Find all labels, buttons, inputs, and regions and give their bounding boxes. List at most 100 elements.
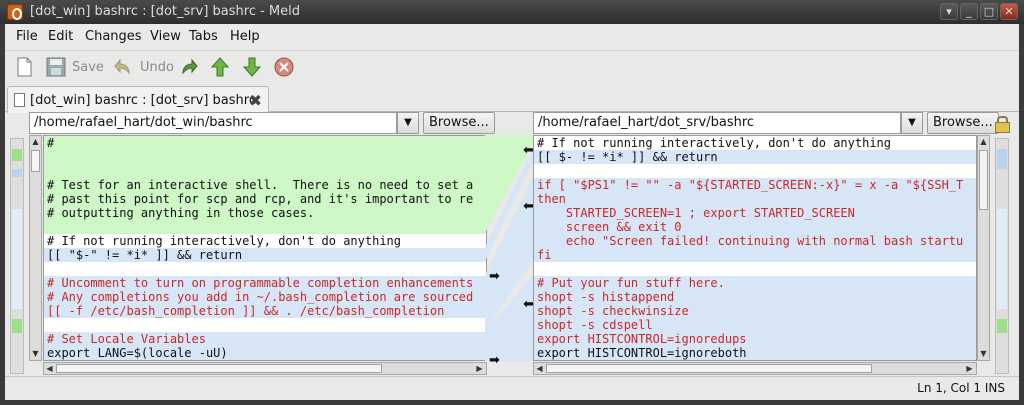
scroll-left-arrow-icon[interactable]: ◀ [44, 363, 55, 374]
cursor-position-status: Ln 1, Col 1 INS [917, 381, 1005, 395]
right-code-line[interactable]: [[ $- != *i* ]] && return [534, 150, 976, 164]
window-menu-button[interactable]: ▾ [940, 3, 958, 20]
menu-bar: File Edit Changes View Tabs Help [5, 24, 1019, 48]
window-title: [dot_win] bashrc : [dot_srv] bashrc - Me… [30, 4, 301, 19]
maximize-button[interactable]: □ [980, 3, 998, 20]
left-code-line[interactable]: # Set Locale Variables [44, 332, 486, 346]
left-code-line[interactable]: # [44, 136, 486, 150]
close-window-button[interactable]: ✕ [1000, 3, 1018, 20]
left-code-line[interactable]: # If not running interactively, don't do… [44, 234, 486, 248]
redo-arrow-icon [177, 56, 199, 78]
right-vertical-scrollbar[interactable]: ▲ ▼ [977, 135, 990, 361]
minimize-button[interactable]: _ [960, 3, 978, 20]
overview-change-marker [12, 209, 22, 309]
toolbar: Save Undo [5, 50, 1019, 82]
right-code-line[interactable]: echo "Screen failed! continuing with nor… [534, 234, 976, 248]
floppy-disk-icon [45, 56, 67, 78]
menu-help[interactable]: Help [230, 29, 260, 44]
right-code-line[interactable]: export HISTCONTROL=ignoreboth [534, 346, 976, 360]
right-code-line[interactable] [534, 164, 976, 178]
right-horizontal-scrollbar[interactable]: ◀ ▶ [533, 362, 977, 375]
left-code-line[interactable]: # Uncomment to turn on programmable comp… [44, 276, 486, 290]
overview-insert-marker [12, 149, 22, 161]
left-code-line[interactable]: [[ "$-" != *i* ]] && return [44, 248, 486, 262]
right-browse-button[interactable]: Browse... [927, 112, 999, 134]
left-code-line[interactable]: # past this point for scp and rcp, and i… [44, 192, 486, 206]
scroll-down-arrow-icon[interactable]: ▼ [31, 348, 40, 359]
scroll-up-arrow-icon[interactable]: ▲ [979, 136, 988, 147]
right-code-line[interactable]: shopt -s histappend [534, 290, 976, 304]
scroll-thumb[interactable] [979, 150, 988, 210]
left-code-line[interactable]: # outputting anything in those cases. [44, 206, 486, 220]
left-file-path-field[interactable]: /home/rafael_hart/dot_win/bashrc [29, 112, 397, 134]
tab-bar: [dot_win] bashrc : [dot_srv] bashrc ✖ [5, 84, 1019, 113]
right-file-path-field[interactable]: /home/rafael_hart/dot_srv/bashrc [533, 112, 901, 134]
left-code-line[interactable]: # Any completions you add in ~/.bash_com… [44, 290, 486, 304]
left-code-line[interactable] [44, 318, 486, 332]
left-horizontal-scrollbar[interactable]: ◀ ▶ [43, 362, 487, 375]
link-map: ⬅ ⬅ ➡ ⬅ ➡ [485, 135, 534, 368]
meld-app-icon [7, 4, 23, 20]
title-bar: [dot_win] bashrc : [dot_srv] bashrc - Me… [0, 0, 1024, 24]
previous-change-button[interactable] [209, 54, 231, 80]
left-code-line[interactable]: export LANG=$(locale -uU) [44, 346, 486, 360]
right-code-line[interactable]: fi [534, 248, 976, 262]
left-browse-button[interactable]: Browse... [423, 112, 495, 134]
scroll-thumb[interactable] [31, 150, 40, 172]
undo-arrow-icon [113, 56, 135, 78]
up-arrow-icon [209, 56, 231, 78]
undo-button[interactable]: Undo [113, 54, 174, 80]
lock-icon[interactable] [995, 116, 1010, 133]
right-path-dropdown-button[interactable]: ▼ [901, 112, 923, 134]
scroll-right-arrow-icon[interactable]: ▶ [964, 363, 975, 374]
right-code-line[interactable]: STARTED_SCREEN=1 ; export STARTED_SCREEN [534, 206, 976, 220]
copy-right-arrow-icon[interactable]: ➡ [489, 353, 500, 368]
menu-changes[interactable]: Changes [85, 29, 142, 44]
scroll-right-arrow-icon[interactable]: ▶ [474, 363, 485, 374]
left-code-line[interactable]: # Test for an interactive shell. There i… [44, 178, 486, 192]
redo-button[interactable] [177, 54, 199, 80]
next-change-button[interactable] [241, 54, 263, 80]
stop-icon [273, 56, 295, 78]
menu-tabs[interactable]: Tabs [189, 29, 218, 44]
right-code-line[interactable]: if [ "$PS1" != "" -a "${STARTED_SCREEN:-… [534, 178, 976, 192]
right-code-line[interactable]: screen && exit 0 [534, 220, 976, 234]
left-text-pane[interactable]: # # Test for an interactive shell. There … [43, 135, 487, 361]
left-code-line[interactable]: [[ -f /etc/bash_completion ]] && . /etc/… [44, 304, 486, 318]
scroll-up-arrow-icon[interactable]: ▲ [31, 136, 40, 147]
overview-insert-marker [997, 319, 1007, 333]
left-code-line[interactable] [44, 164, 486, 178]
scroll-thumb[interactable] [546, 364, 872, 373]
menu-edit[interactable]: Edit [48, 29, 73, 44]
left-code-line[interactable] [44, 150, 486, 164]
menu-file[interactable]: File [16, 29, 38, 44]
scroll-thumb[interactable] [56, 364, 382, 373]
main-window: File Edit Changes View Tabs Help Save Un… [5, 24, 1019, 400]
scroll-down-arrow-icon[interactable]: ▼ [979, 348, 988, 359]
right-code-line[interactable]: export HISTCONTROL=ignoredups [534, 332, 976, 346]
save-button[interactable]: Save [45, 54, 104, 80]
left-code-line[interactable] [44, 262, 486, 276]
left-code-line[interactable] [44, 220, 486, 234]
right-overview-strip[interactable] [995, 138, 1009, 374]
left-overview-strip[interactable] [10, 138, 24, 374]
right-code-line[interactable]: shopt -s cdspell [534, 318, 976, 332]
right-code-line[interactable]: shopt -s checkwinsize [534, 304, 976, 318]
overview-insert-marker [12, 319, 22, 333]
right-code-line[interactable]: # If not running interactively, don't do… [534, 136, 976, 150]
right-code-line[interactable]: then [534, 192, 976, 206]
scroll-left-arrow-icon[interactable]: ◀ [534, 363, 545, 374]
menu-view[interactable]: View [150, 29, 181, 44]
stop-button[interactable] [273, 54, 295, 80]
new-document-icon [13, 56, 35, 78]
right-code-line[interactable]: # Put your fun stuff here. [534, 276, 976, 290]
left-vertical-scrollbar[interactable]: ▲ ▼ [29, 135, 42, 361]
copy-right-arrow-icon[interactable]: ➡ [489, 269, 500, 284]
left-path-dropdown-button[interactable]: ▼ [397, 112, 419, 134]
right-code-line[interactable] [534, 262, 976, 276]
document-icon [14, 93, 25, 107]
new-button[interactable] [13, 54, 35, 80]
tab-comparison[interactable]: [dot_win] bashrc : [dot_srv] bashrc ✖ [7, 86, 269, 113]
close-tab-icon[interactable]: ✖ [249, 91, 262, 110]
right-text-pane[interactable]: # If not running interactively, don't do… [533, 135, 977, 361]
